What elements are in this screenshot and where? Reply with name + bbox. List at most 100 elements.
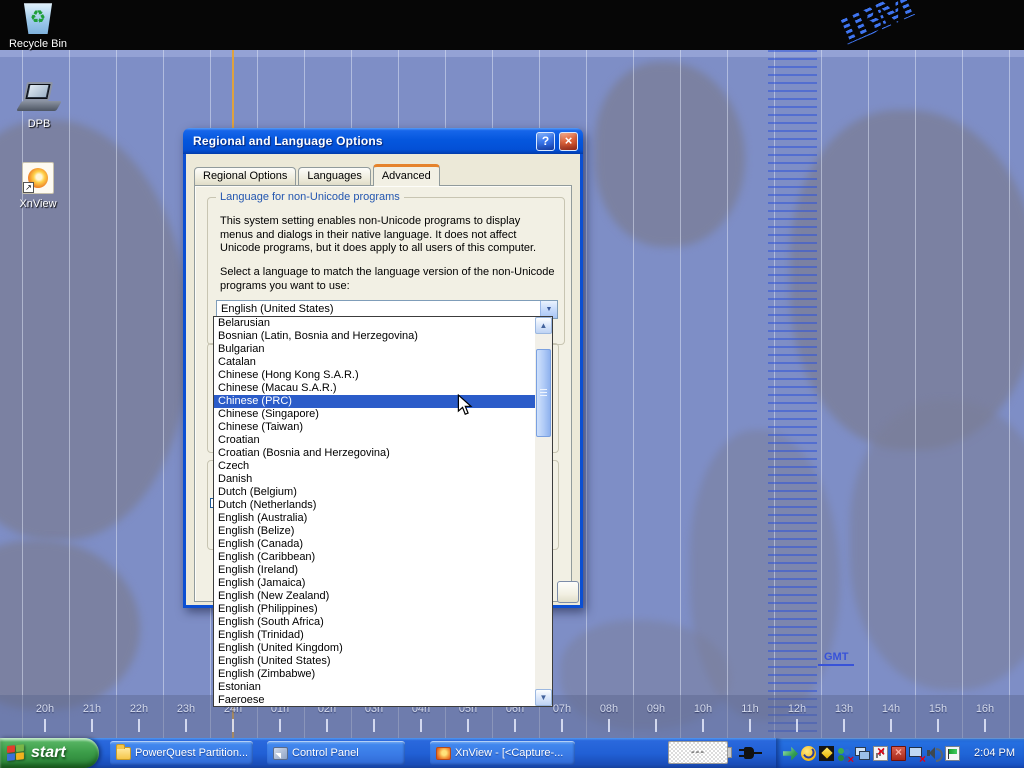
timezone-grid-line xyxy=(821,50,822,738)
battery-meter-nub xyxy=(728,747,732,758)
list-item[interactable]: Bulgarian xyxy=(214,343,535,356)
wallpaper-landmass xyxy=(790,110,1024,450)
start-button[interactable]: start xyxy=(0,738,99,768)
list-item[interactable]: Dutch (Netherlands) xyxy=(214,499,535,512)
list-item[interactable]: Belarusian xyxy=(214,317,535,330)
tab-strip: Regional OptionsLanguagesAdvanced xyxy=(194,163,574,185)
taskbar-button-label: PowerQuest Partition... xyxy=(135,747,247,759)
desktop-icon-dpb[interactable]: DPB xyxy=(1,82,77,132)
battery-meter[interactable]: --- xyxy=(668,741,728,764)
list-item[interactable]: English (Trinidad) xyxy=(214,629,535,642)
display-disconnected-icon[interactable] xyxy=(909,746,924,761)
timezone-tick xyxy=(608,719,610,732)
list-item[interactable]: Danish xyxy=(214,473,535,486)
timezone-tick xyxy=(91,719,93,732)
list-item[interactable]: English (Canada) xyxy=(214,538,535,551)
network-computers-icon[interactable] xyxy=(855,746,870,761)
list-item[interactable]: Chinese (Macau S.A.R.) xyxy=(214,382,535,395)
volume-icon[interactable] xyxy=(927,746,942,761)
taskbar-button-label: XnView - [<Capture-... xyxy=(455,747,563,759)
phone-status-icon[interactable] xyxy=(801,746,816,761)
partition-utility-icon[interactable] xyxy=(783,746,798,761)
list-item[interactable]: English (Caribbean) xyxy=(214,551,535,564)
users-offline-icon[interactable] xyxy=(837,746,852,761)
timezone-label: 16h xyxy=(968,703,1002,715)
timezone-grid-line xyxy=(586,50,587,738)
monitor-error-icon[interactable] xyxy=(891,746,906,761)
scrollbar-thumb[interactable] xyxy=(536,349,551,437)
list-item[interactable]: English (South Africa) xyxy=(214,616,535,629)
dialog-titlebar[interactable]: Regional and Language Options ? × xyxy=(183,128,583,154)
timezone-grid-line xyxy=(868,50,869,738)
timezone-label: 13h xyxy=(827,703,861,715)
list-item[interactable]: Faeroese xyxy=(214,694,535,706)
list-item[interactable]: English (New Zealand) xyxy=(214,590,535,603)
apply-button-fragment[interactable] xyxy=(557,581,579,603)
timezone-grid-line xyxy=(163,50,164,738)
list-item[interactable]: Chinese (PRC) xyxy=(214,395,535,408)
desktop-icon-xnview[interactable]: ↗ XnView xyxy=(0,162,76,212)
list-item[interactable]: English (United Kingdom) xyxy=(214,642,535,655)
timezone-grid-line xyxy=(915,50,916,738)
list-item[interactable]: Czech xyxy=(214,460,535,473)
caution-diamond-icon[interactable] xyxy=(819,746,834,761)
timezone-tick xyxy=(655,719,657,732)
desktop-icon-recycle-bin[interactable]: ♻ Recycle Bin xyxy=(0,2,76,52)
timezone-tick xyxy=(420,719,422,732)
start-label: start xyxy=(31,744,66,762)
timezone-label: 15h xyxy=(921,703,955,715)
list-item[interactable]: Dutch (Belgium) xyxy=(214,486,535,499)
list-item[interactable]: Croatian xyxy=(214,434,535,447)
timezone-label: 12h xyxy=(780,703,814,715)
close-button[interactable]: × xyxy=(559,132,578,151)
timezone-grid-line xyxy=(116,50,117,738)
ac-power-plug-icon[interactable] xyxy=(739,745,763,761)
scrollbar[interactable]: ▲ ▼ xyxy=(535,317,552,706)
timezone-tick xyxy=(984,719,986,732)
scroll-down-button[interactable]: ▼ xyxy=(535,689,552,706)
list-item[interactable]: English (Zimbabwe) xyxy=(214,668,535,681)
list-item[interactable]: Chinese (Taiwan) xyxy=(214,421,535,434)
taskbar-button-powerquest-partition-[interactable]: PowerQuest Partition... xyxy=(110,741,253,765)
language-dropdown-list: BelarusianBosnian (Latin, Bosnia and Her… xyxy=(213,316,553,707)
timezone-grid-line xyxy=(22,50,23,738)
chevron-up-icon: ▲ xyxy=(540,321,548,330)
taskbar: start PowerQuest Partition... Control Pan… xyxy=(0,738,1024,768)
list-item[interactable]: Chinese (Singapore) xyxy=(214,408,535,421)
timezone-label: 22h xyxy=(122,703,156,715)
list-item[interactable]: English (Australia) xyxy=(214,512,535,525)
tab-advanced[interactable]: Advanced xyxy=(373,164,440,186)
list-item[interactable]: English (Belize) xyxy=(214,525,535,538)
timezone-tick xyxy=(279,719,281,732)
timezone-grid-line xyxy=(727,50,728,738)
list-item[interactable]: English (Philippines) xyxy=(214,603,535,616)
timezone-label: 14h xyxy=(874,703,908,715)
timezone-label: 09h xyxy=(639,703,673,715)
list-item[interactable]: Chinese (Hong Kong S.A.R.) xyxy=(214,369,535,382)
list-item[interactable]: Catalan xyxy=(214,356,535,369)
gmt-label: GMT xyxy=(818,651,854,666)
icon-label: DPB xyxy=(26,118,53,130)
tab-languages[interactable]: Languages xyxy=(298,167,370,185)
list-item[interactable]: Bosnian (Latin, Bosnia and Herzegovina) xyxy=(214,330,535,343)
scroll-up-button[interactable]: ▲ xyxy=(535,317,552,334)
timezone-grid-line xyxy=(633,50,634,738)
timezone-tick xyxy=(561,719,563,732)
taskbar-button-control-panel[interactable]: Control Panel xyxy=(267,741,405,765)
list-item[interactable]: Estonian xyxy=(214,681,535,694)
signal-error-icon[interactable] xyxy=(873,746,888,761)
taskbar-clock[interactable]: 2:04 PM xyxy=(974,747,1015,759)
dialog-title: Regional and Language Options xyxy=(193,134,532,148)
taskbar-button-xnview-capture-[interactable]: XnView - [<Capture-... xyxy=(430,741,575,765)
timezone-grid-line xyxy=(69,50,70,738)
list-item[interactable]: Croatian (Bosnia and Herzegovina) xyxy=(214,447,535,460)
timezone-tick xyxy=(843,719,845,732)
task-flag-icon[interactable] xyxy=(945,746,960,761)
timezone-grid-line xyxy=(1009,50,1010,738)
list-item[interactable]: English (United States) xyxy=(214,655,535,668)
tab-regional-options[interactable]: Regional Options xyxy=(194,167,296,185)
list-item[interactable]: English (Jamaica) xyxy=(214,577,535,590)
timezone-tick xyxy=(232,719,234,732)
list-item[interactable]: English (Ireland) xyxy=(214,564,535,577)
help-button[interactable]: ? xyxy=(536,132,555,151)
